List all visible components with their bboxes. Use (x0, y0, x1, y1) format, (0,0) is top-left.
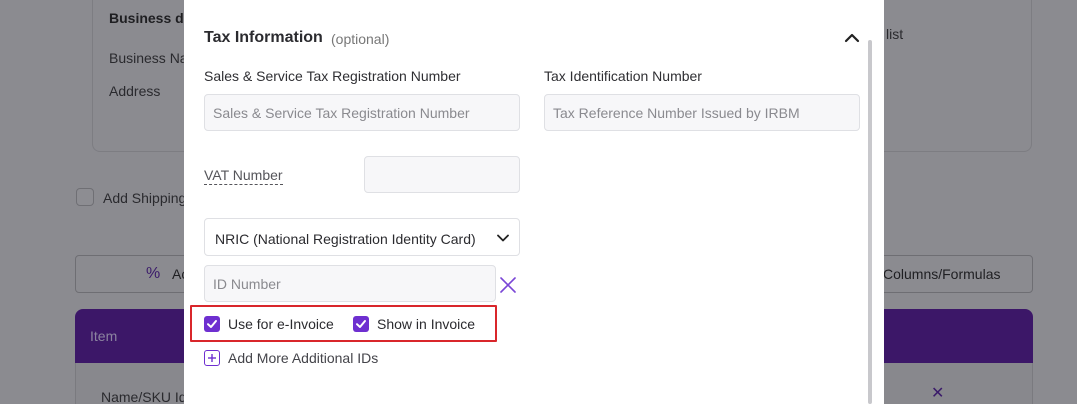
chevron-up-icon (844, 33, 860, 43)
tax-information-modal (184, 0, 884, 404)
list-label-fragment: list (886, 26, 904, 42)
add-columns-button[interactable]: Columns/Formulas (870, 255, 1033, 293)
use-for-einvoice-checkbox[interactable]: Use for e-Invoice (204, 315, 334, 333)
id-type-select[interactable]: NRIC (National Registration Identity Car… (204, 218, 520, 256)
add-shipping-label: Add Shipping (103, 190, 187, 206)
add-columns-button-label: Columns/Formulas (883, 266, 1001, 282)
id-type-selected-value: NRIC (National Registration Identity Car… (215, 231, 476, 247)
plus-square-icon (204, 350, 220, 366)
item-column-header: Item (90, 328, 118, 344)
close-icon (500, 277, 516, 293)
name-sku-label: Name/SKU Id (101, 389, 187, 404)
sst-label: Sales & Service Tax Registration Number (204, 68, 461, 84)
add-more-ids-button[interactable]: Add More Additional IDs (204, 349, 378, 367)
vat-number-input[interactable] (364, 156, 520, 193)
checkbox-checked-icon (353, 316, 369, 332)
sst-number-input[interactable] (204, 94, 520, 131)
business-name-label: Business Na (109, 50, 188, 66)
add-discount-button[interactable]: % Ac (75, 255, 195, 293)
remove-id-button[interactable] (498, 275, 518, 295)
section-optional-label: (optional) (331, 31, 390, 47)
close-icon[interactable]: ✕ (931, 383, 944, 403)
tin-input[interactable] (544, 94, 860, 131)
percent-icon: % (146, 265, 161, 282)
vat-number-label: VAT Number (204, 167, 283, 185)
chevron-down-icon (497, 234, 509, 242)
section-title: Tax Information (204, 29, 323, 46)
add-more-ids-label: Add More Additional IDs (228, 350, 379, 366)
id-number-input[interactable] (204, 265, 496, 302)
show-in-invoice-checkbox[interactable]: Show in Invoice (353, 315, 475, 333)
address-label: Address (109, 83, 161, 99)
collapse-section-button[interactable] (842, 28, 862, 48)
modal-scrollbar[interactable] (868, 40, 872, 404)
tin-label: Tax Identification Number (544, 68, 702, 84)
add-shipping-checkbox[interactable] (76, 188, 94, 206)
checkbox-checked-icon (204, 316, 220, 332)
show-in-invoice-label: Show in Invoice (377, 316, 476, 332)
business-details-title: Business de (109, 10, 192, 26)
use-for-einvoice-label: Use for e-Invoice (228, 316, 334, 332)
